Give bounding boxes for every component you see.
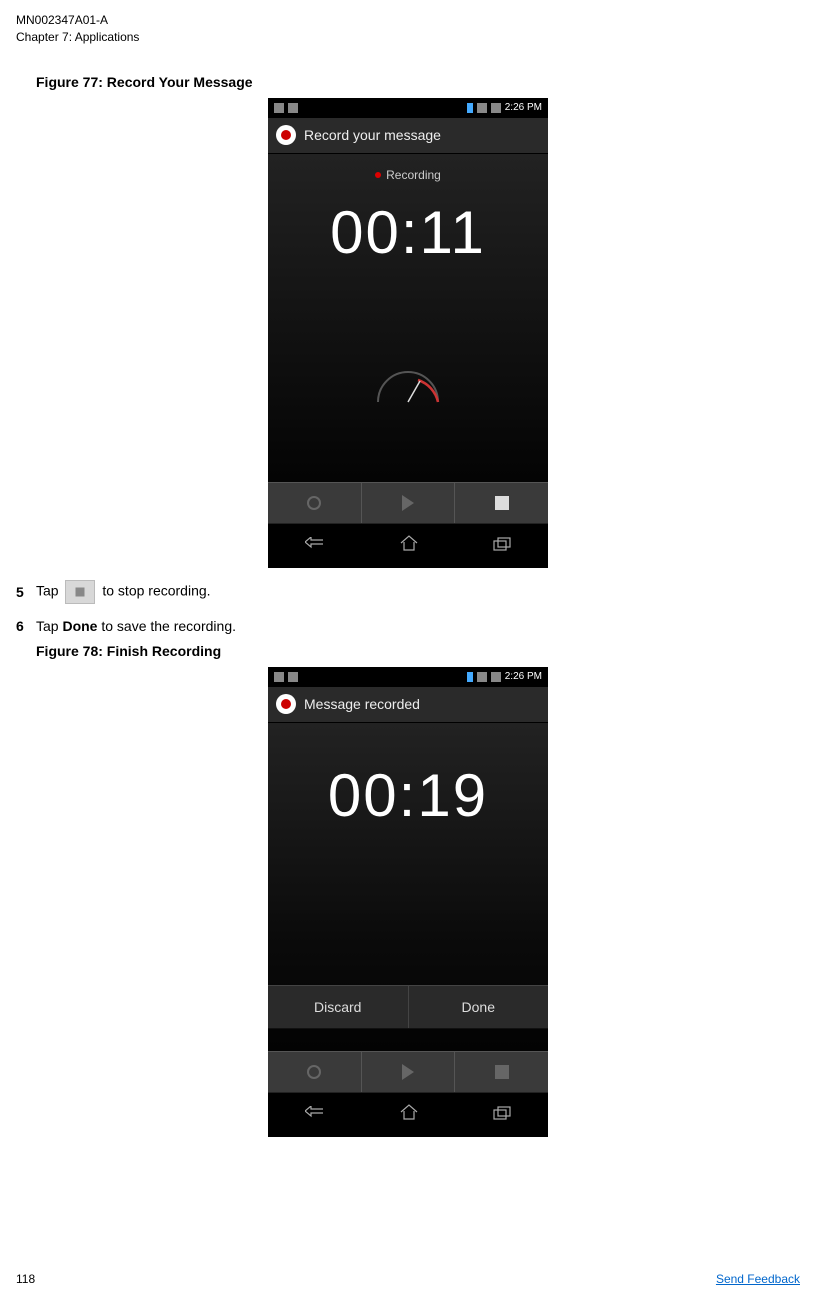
status-time: 2:26 PM	[505, 102, 542, 113]
bluetooth-icon	[467, 103, 473, 113]
document-header: MN002347A01-A Chapter 7: Applications	[16, 12, 800, 46]
recorder-app-icon	[276, 125, 296, 145]
figure-78-caption: Figure 78: Finish Recording	[36, 643, 800, 659]
recent-icon[interactable]	[493, 535, 511, 556]
record-button[interactable]	[268, 1052, 362, 1092]
home-icon[interactable]	[400, 1104, 418, 1125]
step-6-text: Tap Done to save the recording.	[36, 616, 236, 637]
status-icon	[274, 103, 284, 113]
bluetooth-icon	[467, 672, 473, 682]
battery-icon	[491, 672, 501, 682]
battery-icon	[491, 103, 501, 113]
recording-dot-icon	[375, 172, 381, 178]
status-time: 2:26 PM	[505, 671, 542, 682]
app-title-bar: Record your message	[268, 118, 548, 154]
playback-controls	[268, 482, 548, 524]
doc-id: MN002347A01-A	[16, 12, 800, 29]
discard-button[interactable]: Discard	[268, 986, 409, 1028]
recorder-app-icon	[276, 694, 296, 714]
done-button[interactable]: Done	[409, 986, 549, 1028]
step-number: 6	[16, 618, 36, 634]
status-bar: 2:26 PM	[268, 667, 548, 687]
status-bar: 2:26 PM	[268, 98, 548, 118]
play-button[interactable]	[362, 1052, 456, 1092]
stop-icon-inline	[65, 580, 95, 604]
status-icon	[288, 103, 298, 113]
action-buttons: Discard Done	[268, 985, 548, 1029]
android-nav-bar	[268, 1093, 548, 1137]
recording-indicator: Recording	[268, 154, 548, 188]
app-title: Record your message	[304, 127, 441, 143]
step-5-text: Tap to stop recording.	[36, 580, 211, 604]
recording-label: Recording	[386, 168, 441, 182]
signal-icon	[477, 672, 487, 682]
step-6: 6 Tap Done to save the recording.	[16, 616, 800, 637]
vu-meter	[268, 307, 548, 427]
playback-controls	[268, 1051, 548, 1093]
app-title: Message recorded	[304, 696, 420, 712]
record-button[interactable]	[268, 483, 362, 523]
home-icon[interactable]	[400, 535, 418, 556]
signal-icon	[477, 103, 487, 113]
send-feedback-link[interactable]: Send Feedback	[716, 1272, 800, 1286]
back-icon[interactable]	[305, 535, 325, 556]
play-button[interactable]	[362, 483, 456, 523]
step-5: 5 Tap to stop recording.	[16, 580, 800, 604]
chapter-label: Chapter 7: Applications	[16, 29, 800, 46]
status-icon	[274, 672, 284, 682]
android-nav-bar	[268, 524, 548, 568]
recent-icon[interactable]	[493, 1104, 511, 1125]
stop-button[interactable]	[455, 1052, 548, 1092]
timer-display: 00:19	[268, 751, 548, 850]
status-icon	[288, 672, 298, 682]
figure-77-caption: Figure 77: Record Your Message	[36, 74, 800, 90]
screenshot-record-message: 2:26 PM Record your message Recording 00…	[268, 98, 548, 568]
page-footer: 118 Send Feedback	[16, 1272, 800, 1286]
screenshot-finish-recording: 2:26 PM Message recorded 00:19 Discard D…	[268, 667, 548, 1137]
stop-button[interactable]	[455, 483, 548, 523]
timer-display: 00:11	[268, 188, 548, 307]
step-number: 5	[16, 584, 36, 600]
page-number: 118	[16, 1272, 35, 1286]
app-title-bar: Message recorded	[268, 687, 548, 723]
back-icon[interactable]	[305, 1104, 325, 1125]
